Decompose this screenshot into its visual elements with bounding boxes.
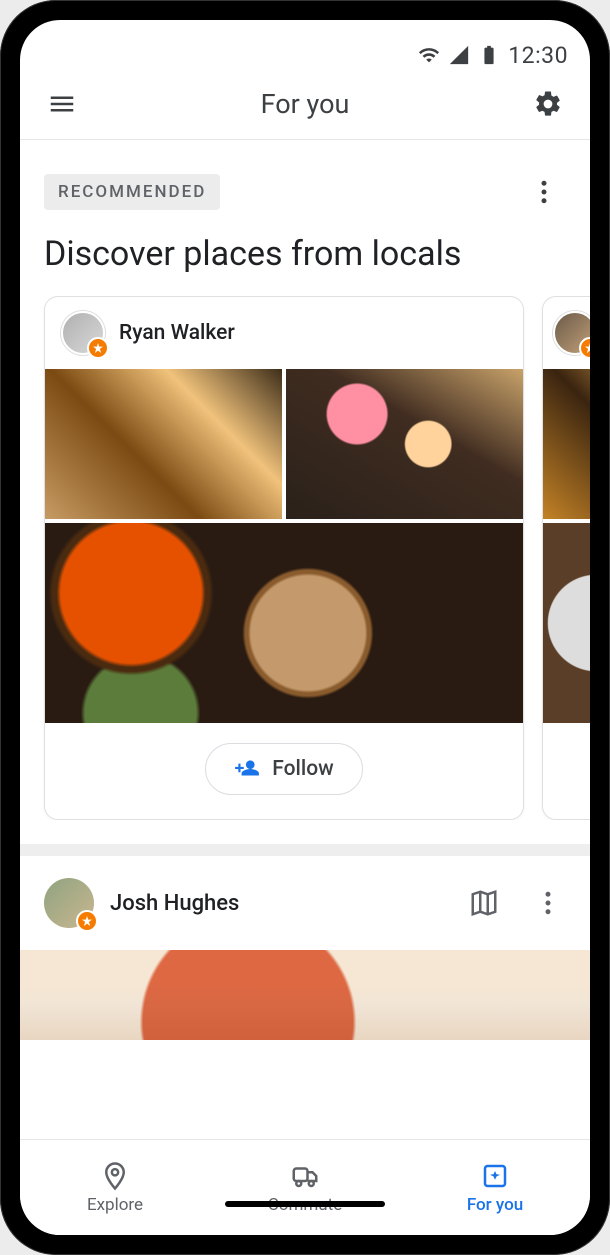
- battery-icon: [478, 44, 500, 66]
- pin-icon: [100, 1161, 130, 1191]
- follow-button[interactable]: Follow: [205, 743, 362, 795]
- local-card[interactable]: [542, 296, 590, 820]
- nav-for-you[interactable]: For you: [400, 1140, 590, 1235]
- nav-explore[interactable]: Explore: [20, 1140, 210, 1235]
- nav-label: Explore: [87, 1195, 143, 1215]
- cell-signal-icon: [448, 44, 470, 66]
- photo-collage: [45, 369, 523, 723]
- feed-overflow-button[interactable]: [530, 885, 566, 921]
- more-vert-icon: [533, 888, 563, 918]
- person-add-icon: [234, 756, 260, 782]
- for-you-icon: [480, 1161, 510, 1191]
- screen: 12:30 For you RECOMMENDED Discover place…: [20, 20, 590, 1235]
- recommended-badge: RECOMMENDED: [44, 174, 220, 210]
- photo-collage: [543, 369, 590, 723]
- app-bar: For you: [20, 68, 590, 140]
- photo-thumbnail[interactable]: [543, 369, 590, 519]
- card-author: Ryan Walker: [119, 321, 235, 345]
- avatar[interactable]: [553, 311, 590, 355]
- commute-icon: [290, 1161, 320, 1191]
- nav-commute[interactable]: Commute: [210, 1140, 400, 1235]
- section-heading: Discover places from locals: [20, 214, 590, 296]
- map-icon: [469, 888, 499, 918]
- photo-thumbnail[interactable]: [45, 369, 282, 519]
- wifi-icon: [418, 44, 440, 66]
- local-guide-badge-icon: [87, 337, 109, 359]
- page-title: For you: [261, 88, 350, 120]
- more-vert-icon: [529, 177, 559, 207]
- section-header: RECOMMENDED: [20, 140, 590, 214]
- local-guide-badge-icon: [579, 337, 590, 359]
- section-divider: [20, 844, 590, 856]
- status-time: 12:30: [508, 42, 568, 69]
- status-bar: 12:30: [20, 20, 590, 68]
- local-card[interactable]: Ryan Walker Follow: [44, 296, 524, 820]
- local-guide-badge-icon: [76, 910, 98, 932]
- feed-item-header: Josh Hughes: [20, 856, 590, 950]
- photo-thumbnail[interactable]: [45, 523, 523, 723]
- feed-author: Josh Hughes: [110, 891, 239, 916]
- card-header: Ryan Walker: [45, 297, 523, 369]
- hamburger-icon: [47, 89, 77, 119]
- avatar[interactable]: [44, 878, 94, 928]
- home-indicator[interactable]: [225, 1201, 385, 1207]
- locals-carousel[interactable]: Ryan Walker Follow: [20, 296, 590, 820]
- feed-photo[interactable]: [20, 950, 590, 1040]
- section-overflow-button[interactable]: [522, 170, 566, 214]
- photo-thumbnail[interactable]: [286, 369, 523, 519]
- bottom-nav: Explore Commute For you: [20, 1139, 590, 1235]
- phone-frame: 12:30 For you RECOMMENDED Discover place…: [0, 0, 610, 1255]
- settings-button[interactable]: [526, 82, 570, 126]
- map-button[interactable]: [466, 885, 502, 921]
- follow-label: Follow: [272, 757, 333, 781]
- nav-label: For you: [467, 1195, 523, 1215]
- avatar[interactable]: [61, 311, 105, 355]
- content-scroll[interactable]: RECOMMENDED Discover places from locals: [20, 140, 590, 1139]
- photo-thumbnail[interactable]: [543, 523, 590, 723]
- gear-icon: [533, 89, 563, 119]
- menu-button[interactable]: [40, 82, 84, 126]
